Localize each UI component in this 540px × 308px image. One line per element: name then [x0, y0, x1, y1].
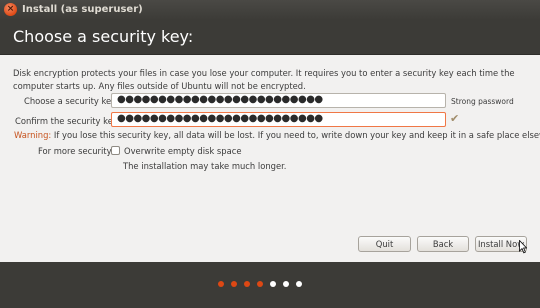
page-title: Choose a security key:: [13, 27, 194, 46]
progress-dot: [270, 281, 276, 287]
security-key-input[interactable]: ●●●●●●●●●●●●●●●●●●●●●●●●●: [111, 93, 446, 108]
progress-dots: [218, 281, 302, 287]
close-icon[interactable]: ×: [4, 3, 17, 16]
back-button[interactable]: Back: [417, 236, 469, 252]
page-header: Choose a security key:: [0, 20, 540, 54]
progress-dot: [218, 281, 224, 287]
confirm-key-input[interactable]: ●●●●●●●●●●●●●●●●●●●●●●●●●: [111, 112, 446, 127]
main-content: Disk encryption protects your files in c…: [0, 54, 540, 262]
window-title: Install (as superuser): [22, 4, 143, 15]
overwrite-disk-label[interactable]: Overwrite empty disk space: [124, 146, 241, 156]
progress-dot: [283, 281, 289, 287]
progress-dot: [244, 281, 250, 287]
progress-dot: [257, 281, 263, 287]
more-security-label: For more security:: [38, 146, 114, 156]
overwrite-note: The installation may take much longer.: [123, 161, 287, 171]
warning-text: If you lose this security key, all data …: [51, 130, 540, 140]
warning-label: Warning:: [14, 130, 52, 140]
password-strength-label: Strong password: [451, 97, 514, 106]
footer: [0, 262, 540, 308]
progress-dot: [231, 281, 237, 287]
check-icon: ✔: [450, 112, 460, 125]
confirm-key-label: Confirm the security key:: [15, 116, 121, 126]
progress-dot: [296, 281, 302, 287]
mouse-cursor-icon: [519, 240, 527, 254]
security-key-label: Choose a security key:: [24, 96, 119, 106]
description-text: Disk encryption protects your files in c…: [13, 68, 515, 91]
quit-button[interactable]: Quit: [358, 236, 411, 252]
title-bar: × Install (as superuser): [0, 0, 540, 20]
overwrite-disk-checkbox[interactable]: [111, 146, 120, 155]
warning-message: Warning: If you lose this security key, …: [14, 130, 540, 140]
